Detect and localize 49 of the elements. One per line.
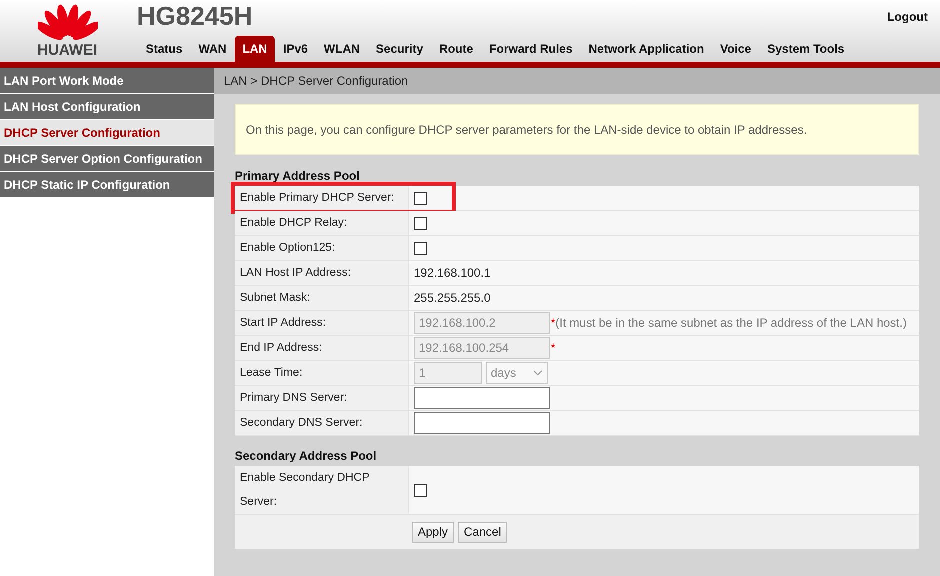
field-value: 255.255.255.0	[414, 290, 491, 307]
field-label: Lease Time:	[240, 366, 303, 381]
sidebar-item[interactable]: LAN Port Work Mode	[0, 68, 214, 93]
field-label: Secondary DNS Server:	[240, 416, 363, 431]
nav-tab[interactable]: Security	[368, 36, 432, 62]
model-title: HG8245H	[136, 0, 253, 32]
section-title: Secondary Address Pool	[235, 448, 377, 465]
nav-tab[interactable]: Voice	[712, 36, 760, 62]
logout-link[interactable]: Logout	[887, 8, 928, 26]
sidebar-item[interactable]: DHCP Server Configuration	[0, 120, 214, 145]
field-label: Start IP Address:	[240, 316, 326, 331]
section-title: Primary Address Pool	[235, 168, 360, 185]
breadcrumb: LAN > DHCP Server Configuration	[224, 73, 408, 90]
chevron-down-icon	[533, 370, 543, 376]
field-label: Enable DHCP Relay:	[240, 216, 348, 231]
nav-tab[interactable]: Route	[431, 36, 482, 62]
input-field[interactable]	[414, 412, 550, 434]
nav-tab[interactable]: IPv6	[275, 36, 316, 62]
field-value: 192.168.100.1	[414, 265, 491, 282]
field-label: Enable Secondary DHCP Server:	[240, 471, 371, 510]
checkbox[interactable]	[414, 484, 427, 496]
sidebar-item[interactable]: DHCP Static IP Configuration	[0, 172, 214, 197]
info-text: On this page, you can configure DHCP server parameters for the LAN-side device to obtain IP addresses.	[246, 122, 808, 138]
checkbox[interactable]	[414, 216, 427, 230]
nav-tab[interactable]: System Tools	[759, 36, 853, 62]
sidebar-item[interactable]: LAN Host Configuration	[0, 94, 214, 119]
brand-name: HUAWEI	[38, 43, 98, 58]
nav-tab[interactable]: WLAN	[316, 36, 368, 62]
form-button[interactable]: Apply	[412, 522, 454, 542]
checkbox[interactable]	[414, 242, 427, 254]
field-label: End IP Address:	[240, 341, 322, 356]
required-mark: *	[551, 315, 556, 332]
field-label: LAN Host IP Address:	[240, 266, 352, 281]
required-mark: *	[551, 340, 556, 357]
sidebar-item[interactable]: DHCP Server Option Configuration	[0, 146, 214, 171]
logo-icon	[38, 2, 98, 42]
nav-tab[interactable]: Forward Rules	[481, 36, 581, 62]
nav-tab[interactable]: WAN	[190, 36, 235, 62]
input-field[interactable]	[414, 387, 550, 409]
nav-tab[interactable]: LAN	[234, 36, 276, 62]
nav-tab[interactable]: Status	[138, 36, 191, 62]
nav-tab[interactable]: Network Application	[580, 36, 712, 62]
field-label: Enable Option125:	[240, 241, 336, 256]
field-label: Primary DNS Server:	[240, 391, 348, 406]
hint-text: (It must be in the same subnet as the IP address of the LAN host.)	[556, 315, 907, 332]
field-label: Subnet Mask:	[240, 291, 310, 306]
form-button[interactable]: Cancel	[458, 522, 508, 542]
checkbox[interactable]	[414, 192, 427, 204]
field-label: Enable Primary DHCP Server:	[240, 191, 394, 206]
